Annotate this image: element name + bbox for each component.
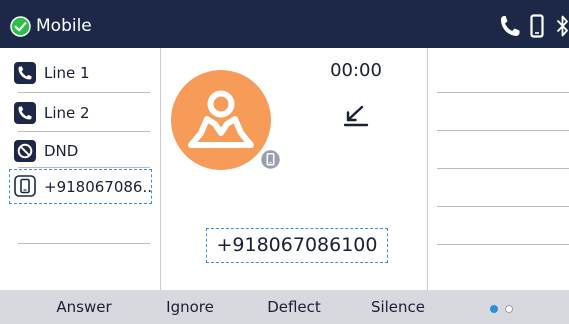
caller-number: +918067086100 <box>206 228 388 263</box>
line-key-2[interactable]: Line 2 <box>14 99 154 129</box>
line-key-label: Line 2 <box>44 104 90 122</box>
divider <box>437 130 569 131</box>
active-call-label: +918067086.. <box>44 178 152 196</box>
phone-handset-icon <box>501 16 520 36</box>
caller-avatar <box>171 70 271 170</box>
divider <box>437 206 569 207</box>
divider <box>437 168 569 169</box>
page-indicator-active <box>490 305 498 313</box>
divider <box>18 243 150 244</box>
check-circle-icon <box>10 16 31 37</box>
answer-button[interactable]: Answer <box>44 290 124 324</box>
divider <box>437 92 569 93</box>
softkey-bar: Answer Ignore Deflect Silence <box>0 290 569 324</box>
divider <box>18 131 150 132</box>
bluetooth-icon <box>556 15 568 37</box>
app-title: Mobile <box>36 16 92 36</box>
mobile-phone-icon <box>530 14 544 38</box>
divider <box>18 167 150 168</box>
dnd-key[interactable]: DND <box>14 137 154 167</box>
line-key-label: Line 1 <box>44 64 90 82</box>
do-not-disturb-icon <box>14 140 36 162</box>
deflect-button[interactable]: Deflect <box>254 290 334 324</box>
phone-handset-icon <box>14 62 36 84</box>
line-key-1[interactable]: Line 1 <box>14 59 154 89</box>
title-bar: Mobile <box>0 0 569 48</box>
active-call-key[interactable]: +918067086.. <box>9 169 152 204</box>
divider <box>437 244 569 245</box>
left-divider <box>160 48 161 290</box>
call-timer: 00:00 <box>330 60 382 81</box>
contact-avatar-icon <box>188 90 254 148</box>
mobile-phone-icon <box>14 175 36 197</box>
silence-button[interactable]: Silence <box>358 290 438 324</box>
mobile-badge-icon <box>260 149 281 170</box>
ignore-button[interactable]: Ignore <box>150 290 230 324</box>
incoming-arrow-icon <box>343 105 369 127</box>
right-divider <box>427 48 428 290</box>
divider <box>18 92 150 93</box>
call-screen: Line 1 Line 2 DND +918067086.. 00:00 +91… <box>0 48 569 290</box>
phone-handset-icon <box>14 102 36 124</box>
page-indicator-inactive <box>505 305 513 313</box>
line-key-label: DND <box>44 142 79 160</box>
